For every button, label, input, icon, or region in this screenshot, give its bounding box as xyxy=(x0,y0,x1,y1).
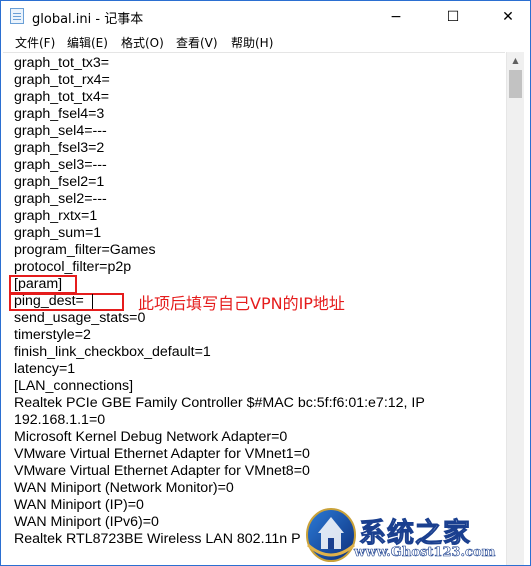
editor-line: graph_tot_rx4= xyxy=(14,72,110,88)
editor-line: 192.168.1.1=0 xyxy=(14,412,106,428)
notepad-window: global.ini - 记事本 − ☐ ✕ 文件(F) 编辑(E) 格式(O)… xyxy=(0,0,531,566)
menu-bar: 文件(F) 编辑(E) 格式(O) 查看(V) 帮助(H) xyxy=(1,32,530,52)
editor-line: program_filter=Games xyxy=(14,242,156,258)
editor-line: finish_link_checkbox_default=1 xyxy=(14,344,211,360)
editor-line: graph_rxtx=1 xyxy=(14,208,98,224)
title-bar[interactable]: global.ini - 记事本 − ☐ ✕ xyxy=(1,1,530,32)
editor-line: Microsoft Kernel Debug Network Adapter=0 xyxy=(14,429,288,445)
editor-line: graph_fsel4=3 xyxy=(14,106,105,122)
maximize-button[interactable]: ☐ xyxy=(431,1,475,32)
editor-line: VMware Virtual Ethernet Adapter for VMne… xyxy=(14,463,310,479)
notepad-icon xyxy=(10,8,24,24)
editor-line: Realtek PCIe GBE Family Controller $#MAC… xyxy=(14,395,425,411)
editor-line: graph_fsel3=2 xyxy=(14,140,105,156)
text-cursor xyxy=(92,294,93,309)
editor-line: graph_sel2=--- xyxy=(14,191,107,207)
editor-line: WAN Miniport (IPv6)=0 xyxy=(14,514,159,530)
editor-line: graph_fsel2=1 xyxy=(14,174,105,190)
editor-line: VMware Virtual Ethernet Adapter for VMne… xyxy=(14,446,310,462)
menu-edit[interactable]: 编辑(E) xyxy=(67,34,108,51)
editor-line: graph_sel3=--- xyxy=(14,157,107,173)
minimize-button[interactable]: − xyxy=(374,1,418,32)
menu-help[interactable]: 帮助(H) xyxy=(231,34,273,51)
editor-line: Realtek RTL8723BE Wireless LAN 802.11n P xyxy=(14,531,301,547)
editor-line: WAN Miniport (Network Monitor)=0 xyxy=(14,480,234,496)
close-button[interactable]: ✕ xyxy=(486,1,530,32)
editor-line: graph_sum=1 xyxy=(14,225,102,241)
editor-line: graph_tot_tx4= xyxy=(14,89,110,105)
editor-line: [LAN_connections] xyxy=(14,378,134,394)
highlight-box-ping-dest xyxy=(9,293,124,311)
menu-format[interactable]: 格式(O) xyxy=(121,34,164,51)
editor-line: latency=1 xyxy=(14,361,76,377)
editor-line: timerstyle=2 xyxy=(14,327,91,343)
watermark-logo: 系统之家 www.Ghost123.com xyxy=(304,505,530,565)
menu-file[interactable]: 文件(F) xyxy=(15,34,55,51)
editor-line: protocol_filter=p2p xyxy=(14,259,132,275)
menu-view[interactable]: 查看(V) xyxy=(176,34,218,51)
vertical-scrollbar[interactable]: ▲ xyxy=(506,52,524,565)
editor-line: WAN Miniport (IP)=0 xyxy=(14,497,144,513)
editor-line: send_usage_stats=0 xyxy=(14,310,146,326)
highlight-box-param xyxy=(9,275,77,294)
window-title: global.ini - 记事本 xyxy=(32,12,144,27)
editor-line: graph_tot_tx3= xyxy=(14,55,110,71)
watermark-url: www.Ghost123.com xyxy=(354,545,496,561)
scrollbar-thumb[interactable] xyxy=(509,70,522,98)
annotation-text: 此项后填写自己VPN的IP地址 xyxy=(138,294,345,313)
editor-line: graph_sel4=--- xyxy=(14,123,107,139)
scroll-up-icon[interactable]: ▲ xyxy=(507,52,524,69)
